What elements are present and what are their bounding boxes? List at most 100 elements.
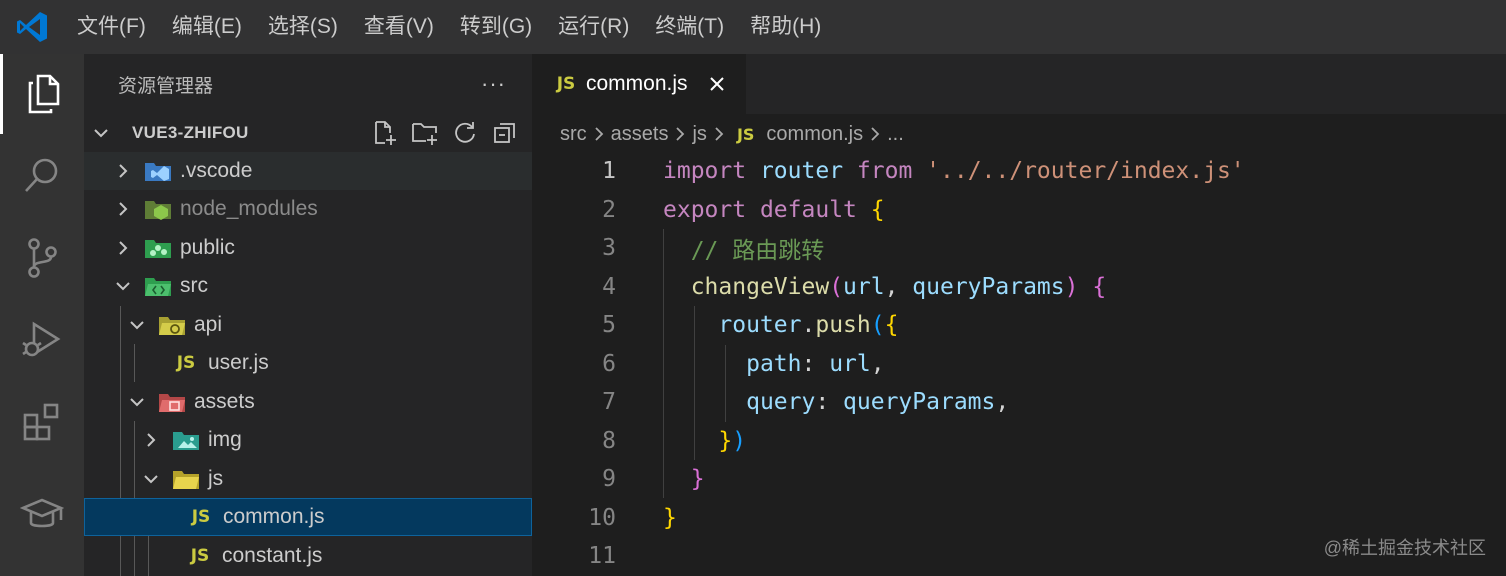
img-folder-icon <box>172 428 200 452</box>
chevron-right-icon <box>140 429 162 451</box>
menu-go[interactable]: 转到(G) <box>447 0 545 54</box>
tree-item-label: public <box>180 236 235 259</box>
tab-common-js[interactable]: JS common.js <box>532 54 746 114</box>
tree-item-assets[interactable]: assets <box>84 383 532 421</box>
node-folder-icon <box>144 197 172 221</box>
breadcrumb-item[interactable]: js <box>692 123 706 146</box>
graduation-cap-icon[interactable] <box>0 474 84 554</box>
menu-run[interactable]: 运行(R) <box>545 0 642 54</box>
tree-item-src[interactable]: src <box>84 267 532 305</box>
tree-item-user-js[interactable]: JS user.js <box>84 344 532 382</box>
menu-edit[interactable]: 编辑(E) <box>159 0 255 54</box>
new-folder-icon[interactable] <box>410 118 440 148</box>
refresh-icon[interactable] <box>450 118 480 148</box>
code-text: changeView(url, queryParams) { <box>690 273 1107 300</box>
chevron-down-icon <box>126 391 148 413</box>
title-bar: 文件(F) 编辑(E) 选择(S) 查看(V) 转到(G) 运行(R) 终端(T… <box>0 0 1506 54</box>
line-number: 5 <box>602 312 616 339</box>
line-number: 9 <box>602 466 616 493</box>
tree-item-label: src <box>180 274 208 297</box>
code-text: // 路由跳转 <box>690 238 825 265</box>
line-number: 6 <box>602 350 616 377</box>
chevron-down-icon <box>112 275 134 297</box>
watermark: @稀土掘金技术社区 <box>1323 538 1486 558</box>
menu-bar: 文件(F) 编辑(E) 选择(S) 查看(V) 转到(G) 运行(R) 终端(T… <box>64 0 834 54</box>
code-line: 7 query: queryParams, <box>532 383 1506 422</box>
tree-item-img[interactable]: img <box>84 421 532 459</box>
code-line: 4 changeView(url, queryParams) { <box>532 268 1506 307</box>
breadcrumb-item[interactable]: assets <box>611 123 669 146</box>
tree-item-label: node_modules <box>180 197 318 220</box>
project-section-header[interactable]: VUE3-ZHIFOU <box>84 114 532 152</box>
line-number: 11 <box>588 543 616 570</box>
breadcrumb-item[interactable]: common.js <box>766 123 863 146</box>
tree-item-label: img <box>208 428 242 451</box>
src-folder-icon <box>144 274 172 298</box>
chevron-down-icon <box>140 468 162 490</box>
tree-item-constant-js[interactable]: JS constant.js <box>84 537 532 575</box>
code-line: 2 export default { <box>532 191 1506 230</box>
js-file-icon: JS <box>736 124 755 144</box>
explorer-icon[interactable] <box>0 54 84 134</box>
new-file-icon[interactable] <box>370 118 400 148</box>
code-line: 9 } <box>532 460 1506 499</box>
tree-item-node-modules[interactable]: node_modules <box>84 190 532 228</box>
close-icon[interactable] <box>706 73 728 95</box>
code-line: 8 }) <box>532 422 1506 461</box>
explorer-title: 资源管理器 <box>118 75 214 97</box>
breadcrumb-item[interactable]: ... <box>887 123 904 146</box>
js-file-icon: JS <box>190 546 210 566</box>
line-number: 7 <box>602 389 616 416</box>
explorer-sidebar: 资源管理器 ··· VUE3-ZHIFOU .vscode node_modul… <box>84 54 532 576</box>
api-folder-icon <box>158 313 186 337</box>
tree-item-js[interactable]: js <box>84 460 532 498</box>
line-number: 3 <box>602 235 616 262</box>
tree-item-vscode[interactable]: .vscode <box>84 152 532 190</box>
chevron-right-icon <box>112 198 134 220</box>
line-number: 8 <box>602 427 616 454</box>
tree-item-label: .vscode <box>180 159 253 182</box>
menu-help[interactable]: 帮助(H) <box>737 0 834 54</box>
activity-bar <box>0 54 84 576</box>
tree-item-api[interactable]: api <box>84 306 532 344</box>
search-icon[interactable] <box>0 136 84 216</box>
vscode-folder-icon <box>144 159 172 183</box>
chevron-down-icon <box>126 314 148 336</box>
line-number: 10 <box>588 504 616 531</box>
code-text: export default { <box>663 196 885 223</box>
line-number: 4 <box>602 273 616 300</box>
chevron-right-icon <box>112 160 134 182</box>
run-debug-icon[interactable] <box>0 300 84 380</box>
js-file-icon: JS <box>191 507 211 527</box>
chevron-right-icon <box>713 126 725 142</box>
vscode-logo-icon <box>0 0 64 54</box>
menu-view[interactable]: 查看(V) <box>351 0 447 54</box>
project-name: VUE3-ZHIFOU <box>132 123 249 142</box>
code-text: query: queryParams, <box>746 389 1010 416</box>
assets-folder-icon <box>158 390 186 414</box>
tree-item-label: assets <box>194 390 255 413</box>
public-folder-icon <box>144 236 172 260</box>
code-text: import router from '../../router/index.j… <box>663 158 1245 185</box>
tree-item-common-js[interactable]: JS common.js <box>84 498 532 536</box>
code-text: } <box>663 504 677 531</box>
menu-selection[interactable]: 选择(S) <box>255 0 351 54</box>
tree-item-public[interactable]: public <box>84 229 532 267</box>
tab-bar: JS common.js <box>532 54 1506 114</box>
more-actions-icon[interactable]: ··· <box>481 71 506 97</box>
js-file-icon: JS <box>556 74 576 94</box>
source-control-icon[interactable] <box>0 218 84 298</box>
menu-terminal[interactable]: 终端(T) <box>642 0 737 54</box>
js-file-icon: JS <box>176 353 196 373</box>
collapse-all-icon[interactable] <box>490 118 520 148</box>
code-line: 1 import router from '../../router/index… <box>532 152 1506 191</box>
code-line: 3 // 路由跳转 <box>532 229 1506 268</box>
extensions-icon[interactable] <box>0 382 84 462</box>
breadcrumb: src assets js JS common.js ... <box>532 114 1506 154</box>
breadcrumb-item[interactable]: src <box>560 123 587 146</box>
code-text: } <box>690 466 705 493</box>
line-number: 2 <box>602 196 616 223</box>
menu-file[interactable]: 文件(F) <box>64 0 159 54</box>
chevron-right-icon <box>674 126 686 142</box>
chevron-right-icon <box>593 126 605 142</box>
